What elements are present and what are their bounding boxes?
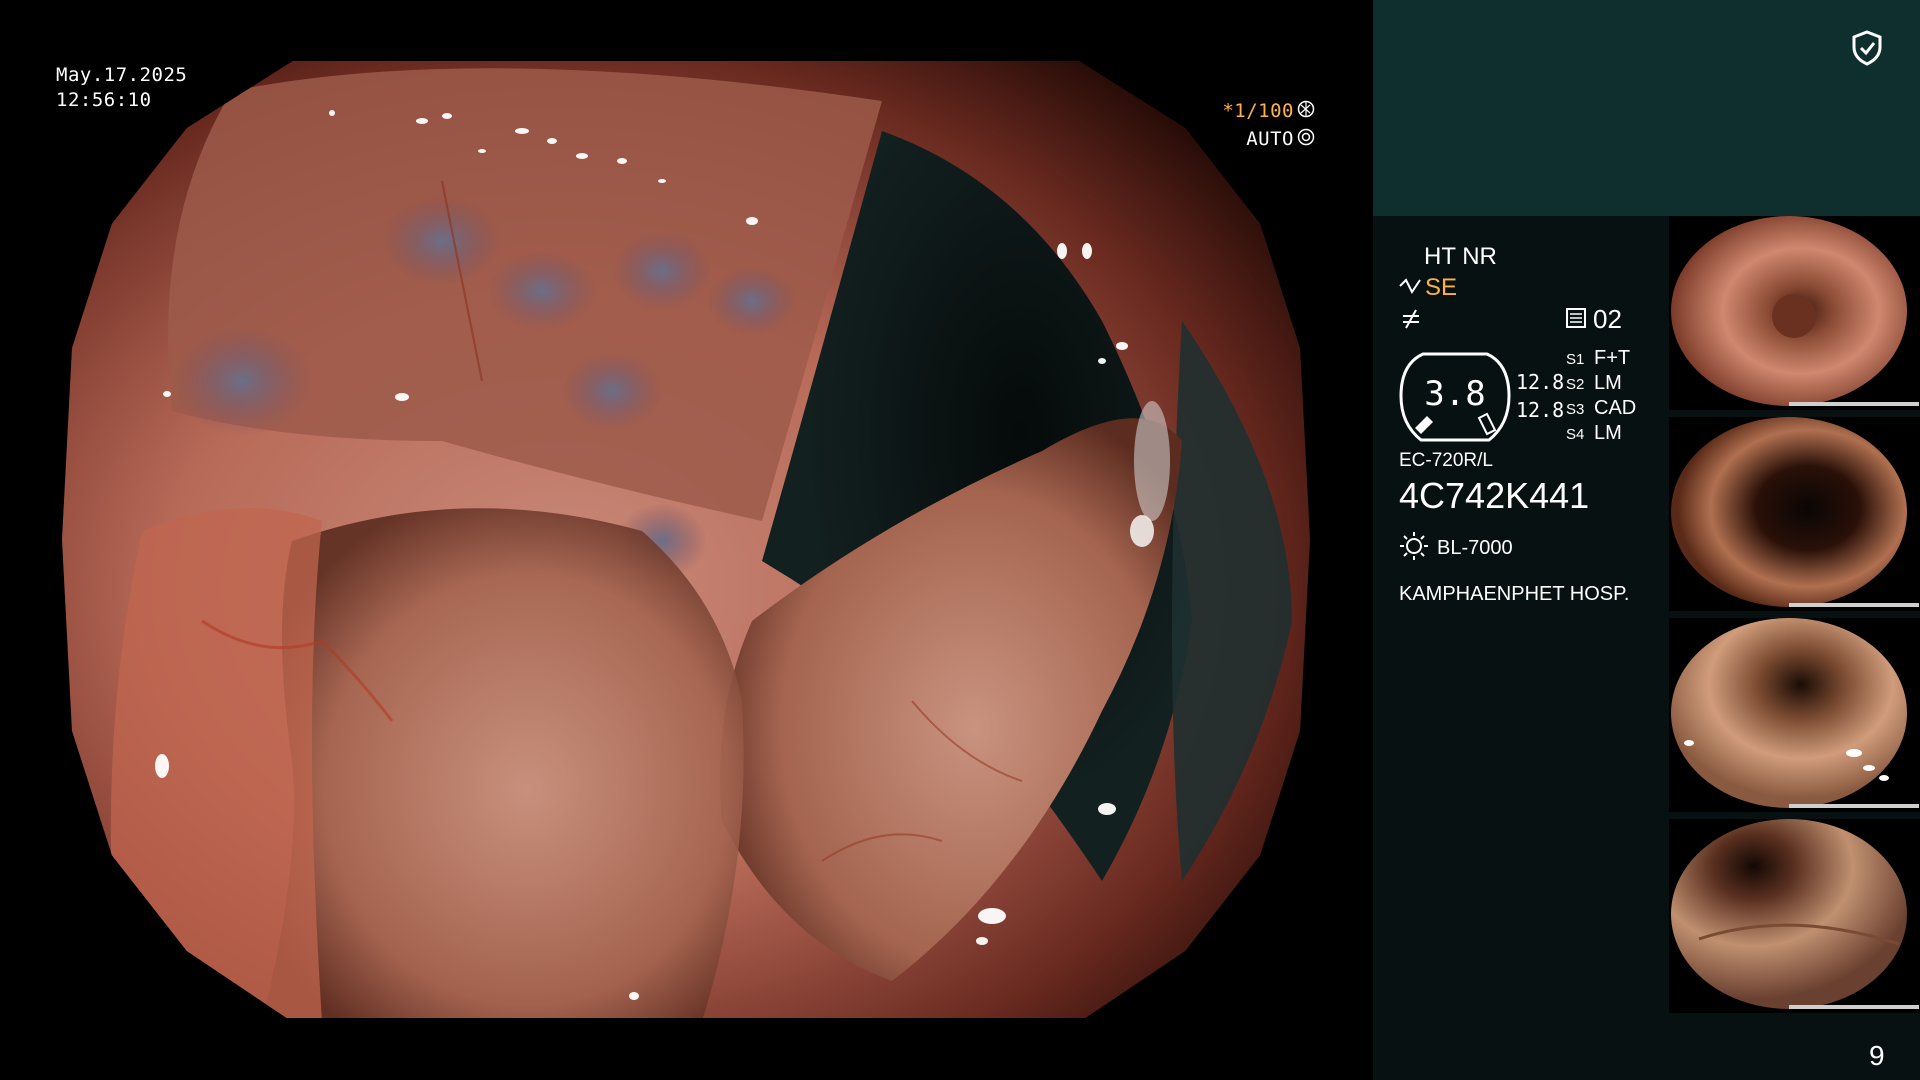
memory-value: 02 bbox=[1593, 304, 1622, 334]
endoscope-live-view bbox=[62, 61, 1310, 1018]
scope-switch-value: CAD bbox=[1594, 397, 1637, 419]
scope-switch-label: S4 bbox=[1566, 426, 1585, 443]
shield-check-icon bbox=[1851, 30, 1883, 70]
se-label: SE bbox=[1425, 274, 1458, 301]
memory-icon bbox=[1565, 307, 1587, 333]
magnification-gauge: 3.8 bbox=[1399, 352, 1511, 442]
date-display: May.17.2025 bbox=[56, 64, 188, 86]
structure-enhance-icon bbox=[1398, 276, 1422, 300]
capture-thumbnail[interactable] bbox=[1669, 417, 1920, 611]
scope-switch-row: S2 LM bbox=[1566, 372, 1636, 397]
light-source-indicator: BL-7000 bbox=[1399, 531, 1513, 565]
shutter-icon bbox=[1297, 100, 1315, 122]
scope-switch-value: LM bbox=[1594, 372, 1622, 394]
capture-thumbnail[interactable] bbox=[1669, 216, 1920, 410]
scope-switch-row: S1 F+T bbox=[1566, 347, 1636, 372]
ht-nr-label: HT NR bbox=[1424, 243, 1497, 270]
scope-switch-row: S3 CAD bbox=[1566, 397, 1636, 422]
scope-switch-label: S2 bbox=[1566, 376, 1585, 393]
iris-value: AUTO bbox=[1246, 128, 1294, 150]
structure-enhance-indicator: SE bbox=[1398, 274, 1457, 302]
endoscopic-image bbox=[62, 61, 1310, 1018]
capture-thumbnail[interactable] bbox=[1669, 618, 1920, 812]
hospital-name: KAMPHAENPHET HOSP. bbox=[1399, 583, 1630, 605]
scope-switch-row: S4 LM bbox=[1566, 422, 1636, 447]
memory-indicator: 02 bbox=[1565, 304, 1622, 335]
capture-thumbnails bbox=[1669, 216, 1920, 1016]
light-source-model: BL-7000 bbox=[1437, 536, 1513, 559]
iris-icon bbox=[1297, 128, 1315, 150]
scope-switch-value: F+T bbox=[1594, 347, 1631, 369]
shutter-value: *1/100 bbox=[1222, 100, 1294, 122]
scope-switch-label: S1 bbox=[1566, 351, 1585, 368]
endoscopy-display: May.17.2025 12:56:10 *1/100 AUTO HT NR S… bbox=[0, 0, 1920, 1080]
gauge-side-value-1: 12.8 bbox=[1516, 370, 1565, 394]
info-panel-header bbox=[1373, 0, 1920, 216]
time-display: 12:56:10 bbox=[56, 89, 152, 111]
gauge-side-value-2: 12.8 bbox=[1516, 398, 1565, 422]
scope-switch-value: LM bbox=[1594, 422, 1622, 444]
gauge-value: 3.8 bbox=[1424, 374, 1486, 414]
scope-model: EC-720R/L bbox=[1399, 450, 1493, 471]
scope-switch-list: S1 F+T S2 LM S3 CAD S4 LM bbox=[1566, 347, 1636, 447]
freeze-icon bbox=[1400, 308, 1422, 334]
iris-indicator: AUTO bbox=[1246, 128, 1315, 150]
light-source-icon bbox=[1399, 531, 1429, 565]
page-number: 9 bbox=[1869, 1040, 1885, 1071]
shutter-indicator: *1/100 bbox=[1222, 100, 1315, 122]
capture-thumbnail[interactable] bbox=[1669, 819, 1920, 1013]
scope-serial: 4C742K441 bbox=[1399, 475, 1590, 516]
scope-switch-label: S3 bbox=[1566, 401, 1585, 418]
